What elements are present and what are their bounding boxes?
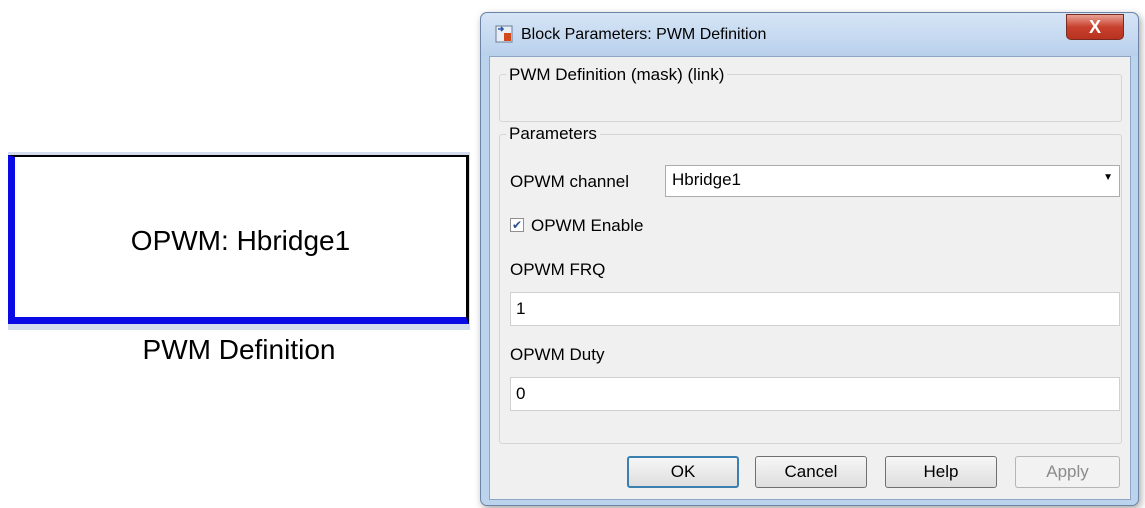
opwm-enable-checkbox[interactable]: ✔	[510, 218, 524, 232]
help-button[interactable]: Help	[885, 456, 997, 488]
block-parameters-dialog: Block Parameters: PWM Definition X PWM D…	[480, 12, 1139, 506]
close-button[interactable]: X	[1066, 14, 1124, 40]
dialog-client-area: PWM Definition (mask) (link) Parameters …	[489, 56, 1131, 500]
opwm-frq-field[interactable]: 1	[510, 292, 1120, 326]
opwm-channel-label: OPWM channel	[510, 172, 630, 191]
simulink-block-selection[interactable]: OPWM: Hbridge1	[8, 152, 470, 330]
block-text: OPWM: Hbridge1	[130, 225, 351, 256]
title-bar[interactable]: Block Parameters: PWM Definition X	[481, 13, 1138, 56]
opwm-duty-value: 0	[516, 384, 526, 403]
apply-button[interactable]: Apply	[1015, 456, 1120, 488]
block-caption: PWM Definition	[142, 334, 336, 365]
opwm-duty-field[interactable]: 0	[510, 377, 1120, 411]
simulink-block-icon	[495, 25, 513, 43]
opwm-enable-label[interactable]: OPWM Enable	[531, 216, 643, 236]
opwm-channel-value: Hbridge1	[672, 170, 741, 189]
opwm-frq-label: OPWM FRQ	[510, 260, 606, 279]
opwm-frq-value: 1	[516, 299, 526, 318]
cancel-button[interactable]: Cancel	[755, 456, 867, 488]
pwm-definition-block[interactable]: OPWM: Hbridge1	[8, 155, 469, 324]
dialog-title: Block Parameters: PWM Definition	[521, 26, 767, 43]
ok-button[interactable]: OK	[627, 456, 739, 488]
opwm-duty-label: OPWM Duty	[510, 345, 605, 364]
opwm-channel-select[interactable]: Hbridge1 ▼	[665, 165, 1120, 197]
close-icon: X	[1088, 17, 1101, 37]
description-group-title: PWM Definition (mask) (link)	[506, 65, 728, 85]
chevron-down-icon: ▼	[1103, 172, 1113, 183]
checkmark-icon: ✔	[511, 218, 523, 232]
parameters-group-title: Parameters	[506, 124, 600, 144]
